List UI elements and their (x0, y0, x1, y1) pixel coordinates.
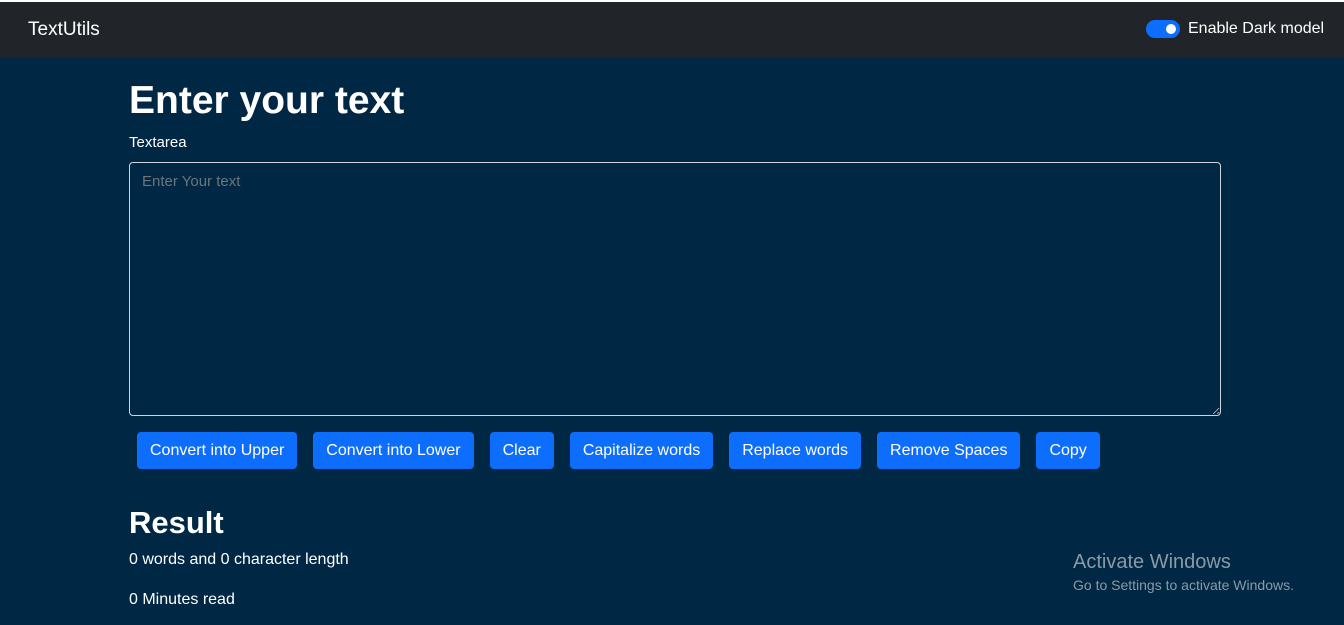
convert-lower-button[interactable]: Convert into Lower (313, 432, 474, 469)
dark-mode-toggle[interactable]: Enable Dark model (1146, 20, 1324, 38)
action-buttons: Convert into Upper Convert into Lower Cl… (137, 432, 1100, 469)
navbar: TextUtils Enable Dark model (0, 2, 1344, 58)
capitalize-words-button[interactable]: Capitalize words (569, 432, 714, 469)
result-summary: 0 words and 0 character length (129, 551, 349, 568)
remove-spaces-button[interactable]: Remove Spaces (877, 432, 1021, 469)
page-title: Enter your text (129, 79, 405, 122)
textarea-label: Textarea (129, 134, 187, 151)
watermark-subtitle: Go to Settings to activate Windows. (1073, 577, 1294, 593)
dark-mode-switch[interactable] (1146, 20, 1180, 38)
copy-button[interactable]: Copy (1036, 432, 1100, 469)
result-heading: Result (129, 505, 224, 540)
switch-knob-icon (1166, 24, 1176, 34)
activate-windows-watermark: Activate Windows Go to Settings to activ… (1073, 551, 1294, 595)
navbar-brand[interactable]: TextUtils (28, 19, 100, 41)
replace-words-button[interactable]: Replace words (729, 432, 862, 469)
dark-mode-label: Enable Dark model (1188, 20, 1325, 37)
text-input[interactable] (129, 162, 1221, 416)
result-read-time: 0 Minutes read (129, 591, 235, 608)
clear-button[interactable]: Clear (489, 432, 554, 469)
watermark-title: Activate Windows (1073, 551, 1231, 573)
convert-upper-button[interactable]: Convert into Upper (137, 432, 298, 469)
